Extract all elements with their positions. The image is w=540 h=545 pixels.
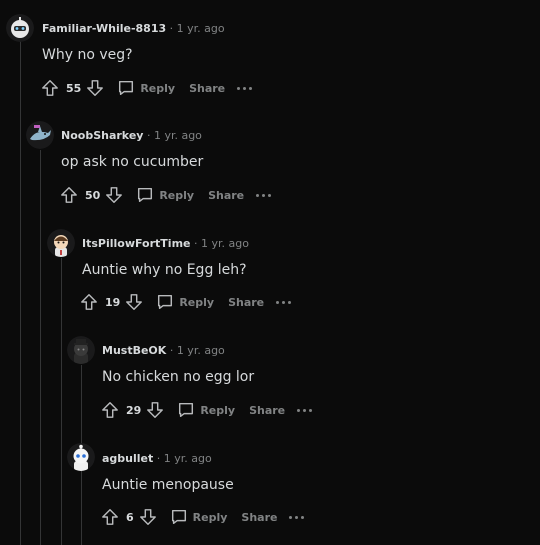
reply-label: Reply — [179, 295, 215, 309]
separator-dot: · — [156, 452, 161, 465]
comment-bubble-icon — [119, 80, 134, 96]
downvote-icon[interactable] — [138, 507, 158, 527]
more-options-icon[interactable] — [276, 300, 294, 304]
comment-body: Auntie menopause — [102, 477, 234, 493]
comment-actions: 29 Reply Share — [100, 400, 315, 420]
more-options-icon[interactable] — [297, 408, 315, 412]
more-options-icon[interactable] — [237, 86, 255, 90]
separator-dot: · — [169, 22, 174, 35]
comment-age[interactable]: 1 yr. ago — [177, 22, 225, 35]
comment-username[interactable]: agbullet — [102, 452, 153, 465]
thread-line[interactable] — [61, 258, 62, 545]
comment-username[interactable]: ItsPillowFortTime — [82, 237, 191, 250]
reply-label: Reply — [159, 188, 195, 202]
separator-dot: · — [169, 344, 174, 357]
upvote-icon[interactable] — [79, 292, 99, 312]
comment-bubble-icon — [171, 509, 186, 525]
comment-actions: 55 Reply Share — [40, 78, 255, 98]
vote-score: 50 — [85, 188, 101, 202]
reply-label: Reply — [140, 81, 176, 95]
upvote-icon[interactable] — [40, 78, 60, 98]
white-snoo-avatar-icon[interactable] — [67, 443, 95, 471]
separator-dot: · — [194, 237, 198, 250]
share-button[interactable]: Share — [208, 189, 244, 202]
upvote-icon[interactable] — [100, 400, 120, 420]
shark-avatar-icon[interactable] — [26, 121, 54, 149]
comment-actions: 19 Reply Share — [79, 292, 294, 312]
downvote-icon[interactable] — [104, 185, 124, 205]
thread-line[interactable] — [20, 40, 21, 545]
reply-button[interactable]: Reply — [156, 293, 214, 311]
comment-actions: 6 Reply Share — [100, 507, 307, 527]
comment-age[interactable]: 1 yr. ago — [154, 129, 202, 142]
reply-button[interactable]: Reply — [170, 508, 228, 526]
vote-score: 29 — [126, 403, 142, 417]
comment-actions: 50 Reply Share — [59, 185, 274, 205]
separator-dot: · — [146, 129, 151, 142]
more-options-icon[interactable] — [256, 193, 274, 197]
share-button[interactable]: Share — [249, 404, 285, 417]
vote-score: 19 — [105, 295, 121, 309]
share-button[interactable]: Share — [241, 511, 277, 524]
vote-score: 55 — [66, 81, 82, 95]
more-options-icon[interactable] — [289, 515, 307, 519]
white-robot-avatar-icon[interactable] — [6, 14, 34, 42]
vote-score: 6 — [126, 510, 134, 524]
comment-username[interactable]: MustBeOK — [102, 344, 166, 357]
comment-body: No chicken no egg lor — [102, 369, 255, 385]
comment-body: op ask no cucumber — [61, 154, 204, 170]
reply-label: Reply — [200, 403, 236, 417]
comment-age[interactable]: 1 yr. ago — [164, 452, 212, 465]
reply-button[interactable]: Reply — [136, 186, 194, 204]
thread-line[interactable] — [40, 150, 41, 545]
comment-age[interactable]: 1 yr. ago — [177, 344, 225, 357]
snoo-avatar-icon[interactable] — [47, 229, 75, 257]
comment-age[interactable]: 1 yr. ago — [201, 237, 249, 250]
dark-snoo-avatar-icon[interactable] — [67, 336, 95, 364]
reply-label: Reply — [192, 510, 228, 524]
reply-button[interactable]: Reply — [177, 401, 235, 419]
share-button[interactable]: Share — [228, 296, 264, 309]
comment-body: Why no veg? — [42, 47, 133, 63]
comment-username[interactable]: NoobSharkey — [61, 129, 143, 142]
downvote-icon[interactable] — [145, 400, 165, 420]
downvote-icon[interactable] — [85, 78, 105, 98]
comment-username[interactable]: Familiar-While-8813 — [42, 22, 166, 35]
comment-bubble-icon — [138, 187, 153, 203]
downvote-icon[interactable] — [124, 292, 144, 312]
upvote-icon[interactable] — [100, 507, 120, 527]
upvote-icon[interactable] — [59, 185, 79, 205]
comment-bubble-icon — [179, 402, 194, 418]
share-button[interactable]: Share — [189, 82, 225, 95]
reply-button[interactable]: Reply — [117, 79, 175, 97]
comment-bubble-icon — [158, 294, 173, 310]
comment-body: Auntie why no Egg leh? — [82, 262, 247, 278]
